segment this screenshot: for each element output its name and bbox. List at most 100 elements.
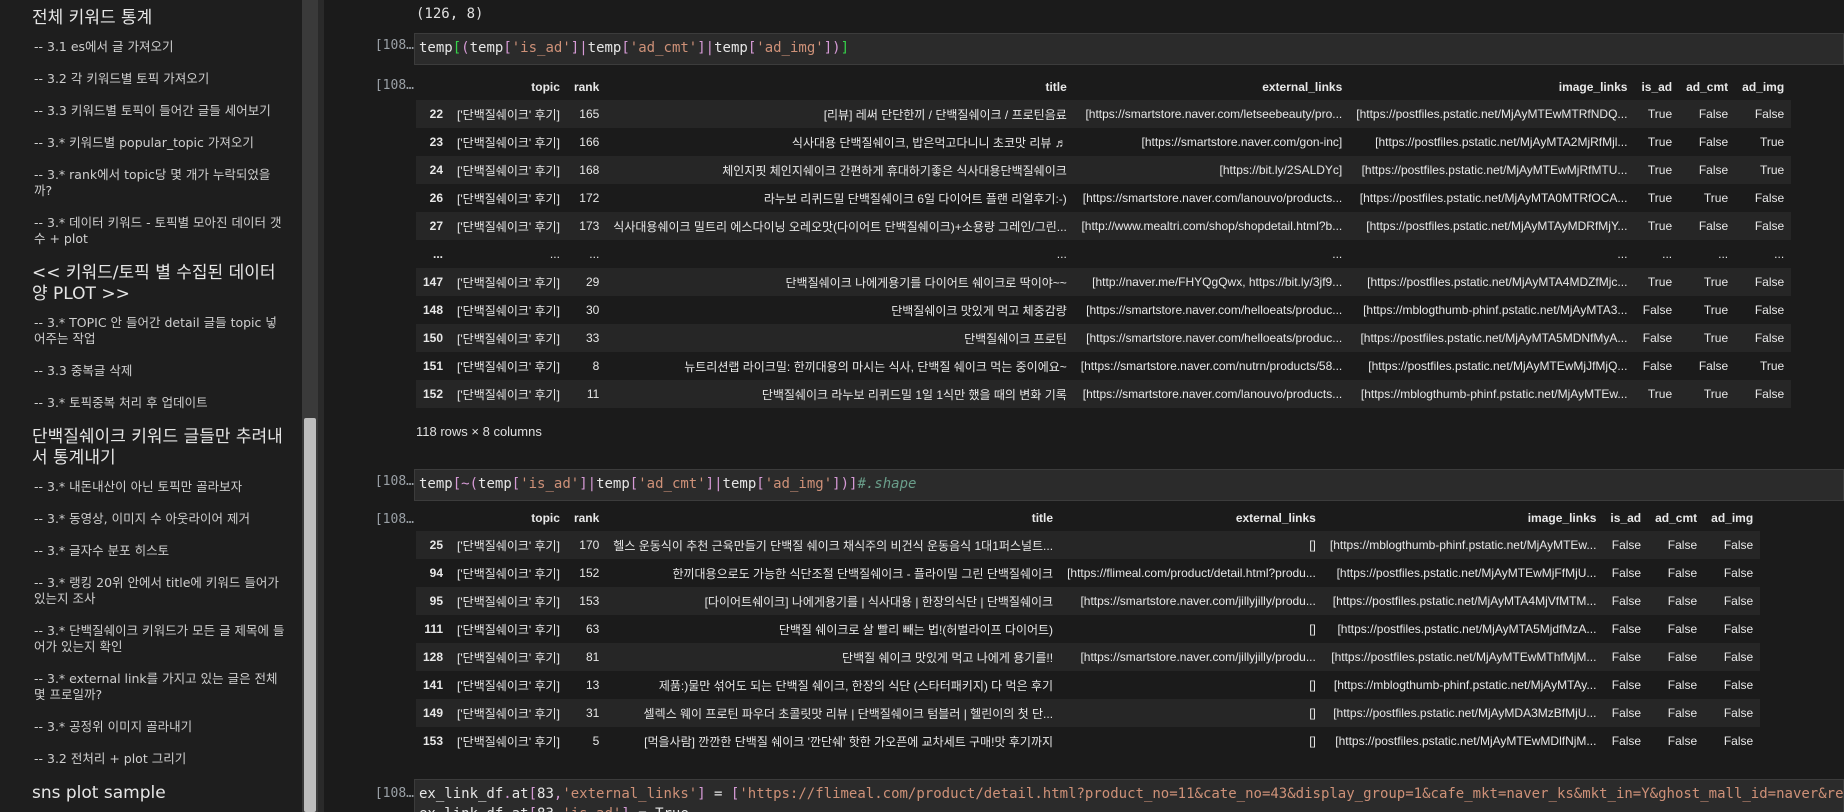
table-row: 147 ['단백질쉐이크' 후기] 29 단백질쉐이크 나에게용기를 다이어트 쉐이크… [416, 268, 1792, 296]
table-cell: 29 [585, 275, 600, 289]
toc-link[interactable]: -- 3.* 공정위 이미지 골라내기 [34, 719, 288, 735]
toc-link[interactable]: -- 3.2 전처리 + plot 그리기 [34, 751, 288, 767]
table-cell: False [1723, 650, 1754, 664]
toc-link[interactable]: -- 3.* external link를 가지고 있는 글은 전체 몇 프로일… [34, 671, 288, 703]
table-cell: ['단백질쉐이크' 후기] [457, 275, 560, 290]
code-token: 'is_ad' [511, 40, 571, 56]
table-cell: ['단백질쉐이크' 후기] [457, 734, 560, 749]
cell-1-code-editor[interactable]: temp[(temp['is_ad']|temp['ad_cmt']|temp[… [414, 33, 1844, 65]
column-header: external_links [1235, 511, 1316, 525]
table-row: 149 ['단백질쉐이크' 후기] 31 셀렉스 웨이 프로틴 파우더 초콜릿맛 리뷰… [416, 699, 1761, 727]
row-index: 94 [429, 566, 444, 580]
table-cell: [https://postfiles.pstatic.net/MjAyMTA4M… [1367, 275, 1628, 289]
table-cell: 166 [579, 135, 600, 149]
code-token: [ [452, 40, 462, 56]
column-header: ad_cmt [1686, 80, 1729, 94]
code-token: at [511, 786, 529, 802]
table-cell: 제품:)물만 섞어도 되는 단백질 쉐이크, 한장의 식단 (스타터패키지) 다… [658, 678, 1054, 693]
table-cell: [https://flimeal.com/product/detail.html… [1067, 566, 1316, 580]
toc-link[interactable]: -- 3.3 키워드별 토픽이 들어간 글들 세어보기 [34, 103, 288, 119]
row-index: 22 [429, 107, 444, 121]
table-cell: ['단백질쉐이크' 후기] [457, 303, 560, 318]
table-cell: False [1611, 650, 1642, 664]
toc-link[interactable]: -- 3.2 각 키워드별 토픽 가져오기 [34, 71, 288, 87]
table-cell: False [1754, 331, 1785, 345]
table-cell: False [1698, 107, 1729, 121]
column-header: is_ad [1641, 80, 1673, 94]
toc-heading[interactable]: 단백질쉐이크 키워드 글들만 추려내서 통계내기 [32, 427, 288, 469]
table-cell: [https://postfiles.pstatic.net/MjAyMTAyM… [1366, 219, 1628, 233]
table-row: 22 ['단백질쉐이크' 후기] 165 [리뷰] 레써 단단한끼 / 단백질쉐이크 … [416, 100, 1792, 128]
table-cell: ['단백질쉐이크' 후기] [457, 331, 560, 346]
code-token: | [579, 40, 588, 56]
toc-heading[interactable]: sns plot sample [32, 783, 288, 804]
code-token: #.shape [857, 476, 917, 492]
code-token: ] [621, 806, 629, 812]
table-cell: False [1667, 650, 1698, 664]
column-header: external_links [1262, 80, 1343, 94]
row-index: 26 [429, 191, 444, 205]
table-cell: True [1647, 135, 1673, 149]
table-cell: True [1647, 275, 1673, 289]
code-line: ex_link_df.at[83,'is_ad'] = True [419, 804, 1839, 812]
table-cell: [https://mblogthumb-phinf.pstatic.net/Mj… [1360, 387, 1628, 401]
table-row: 24 ['단백질쉐이크' 후기] 168 체인지핏 체인지쉐이크 간편하게 휴대하기좋… [416, 156, 1792, 184]
table-cell: ['단백질쉐이크' 후기] [457, 678, 560, 693]
toc-heading[interactable]: 전체 키워드 통계 [32, 8, 288, 29]
table-cell: [] [1309, 678, 1316, 692]
table-cell: False [1611, 734, 1642, 748]
toc-link[interactable]: -- 3.* rank에서 topic당 몇 개가 누락되었을까? [34, 167, 288, 199]
table-of-contents-sidebar: 전체 키워드 통계 -- 3.1 es에서 글 가져오기 -- 3.2 각 키워드별… [0, 0, 302, 812]
dataframe-table-1: topic rank title external_links image_links i… [416, 74, 1792, 408]
table-row: 151 ['단백질쉐이크' 후기] 8 뉴트리션랩 라이크밀: 한끼대용의 마시는 식… [416, 352, 1792, 380]
toc-heading[interactable]: << 키워드/토픽 별 수집된 데이터양 PLOT >> [32, 263, 288, 305]
toc-link[interactable]: -- 3.* 단백질쉐이크 키워드가 모든 글 제목에 들어가 있는지 확인 [34, 623, 288, 655]
toc-link[interactable]: -- 3.* TOPIC 안 들어간 detail 글들 topic 넣어주는 … [34, 315, 288, 347]
code-token: 'ad_cmt' [629, 40, 698, 56]
toc-link[interactable]: -- 3.* 내돈내산이 아닌 토픽만 골라보자 [34, 479, 288, 495]
column-header: ad_img [1742, 80, 1785, 94]
row-index: 151 [423, 359, 444, 373]
column-header: image_links [1558, 80, 1628, 94]
toc-link[interactable]: -- 3.* 토픽중복 처리 후 업데이트 [34, 395, 288, 411]
table-row: 23 ['단백질쉐이크' 후기] 166 식사대용 단백질쉐이크, 밥은먹고다니니 초… [416, 128, 1792, 156]
table-cell: 152 [579, 566, 600, 580]
table-cell: False [1667, 678, 1698, 692]
table-header-row: topic rank title external_links image_links i… [416, 505, 1760, 531]
code-token: | [587, 476, 597, 492]
toc-link[interactable]: -- 3.* 데이터 키워드 - 토픽별 모아진 데이터 갯수 + plot [34, 215, 288, 247]
table-cell: [https://smartstore.naver.com/jillyjilly… [1080, 594, 1316, 608]
table-row: 95 ['단백질쉐이크' 후기] 153 [다이어트쉐이크] 나에게용기를 | 식사대… [416, 587, 1761, 615]
code-token: temp [469, 40, 504, 56]
table-cell: True [1647, 387, 1673, 401]
toc-link[interactable]: -- 3.* 글자수 분포 히스토 [34, 543, 288, 559]
table-cell: True [1703, 331, 1729, 345]
column-header [416, 74, 450, 100]
code-token: temp [419, 476, 453, 492]
table-row: 148 ['단백질쉐이크' 후기] 30 단백질쉐이크 맛있게 먹고 체중감량 [htt… [416, 296, 1792, 324]
table-cell: ['단백질쉐이크' 후기] [457, 359, 560, 374]
toc-link[interactable]: -- 3.3 중복글 삭제 [34, 363, 288, 379]
cell-3-code-editor[interactable]: ex_link_df.at[83,'external_links'] = ['h… [414, 779, 1844, 812]
toc-link[interactable]: -- 3.* 랭킹 20위 안에서 title에 키워드 들어가 있는지 조사 [34, 575, 288, 607]
code-token: [ [529, 806, 537, 812]
table-cell: False [1611, 538, 1642, 552]
toc-link[interactable]: -- 3.1 es에서 글 가져오기 [34, 39, 288, 55]
toc-link[interactable]: -- 3.* 동영상, 이미지 수 아웃라이어 제거 [34, 511, 288, 527]
table-cell: False [1698, 359, 1729, 373]
toc-link[interactable]: -- 3.* 키워드별 popular_topic 가져오기 [34, 135, 288, 151]
table-cell: False [1611, 706, 1642, 720]
table-header-row: topic rank title external_links image_links i… [416, 74, 1791, 100]
row-index: 149 [423, 706, 444, 720]
table-cell: [https://smartstore.naver.com/nutrn/prod… [1080, 359, 1343, 373]
table-row: 25 ['단백질쉐이크' 후기] 170 헬스 운동식이 추천 근육만들기 단백질 쉐… [416, 531, 1761, 559]
code-token: ( [469, 476, 479, 492]
table-cell: ['단백질쉐이크' 후기] [457, 650, 560, 665]
cell-2-code-editor[interactable]: temp[~(temp['is_ad']|temp['ad_cmt']|temp… [414, 469, 1844, 501]
table-cell: False [1642, 359, 1673, 373]
code-token: [ [528, 786, 538, 802]
table-row: 141 ['단백질쉐이크' 후기] 13 제품:)물만 섞어도 되는 단백질 쉐이크,… [416, 671, 1761, 699]
sidebar-scrollbar-thumb[interactable] [304, 418, 316, 812]
table-cell: False [1611, 594, 1642, 608]
column-header [416, 505, 450, 531]
